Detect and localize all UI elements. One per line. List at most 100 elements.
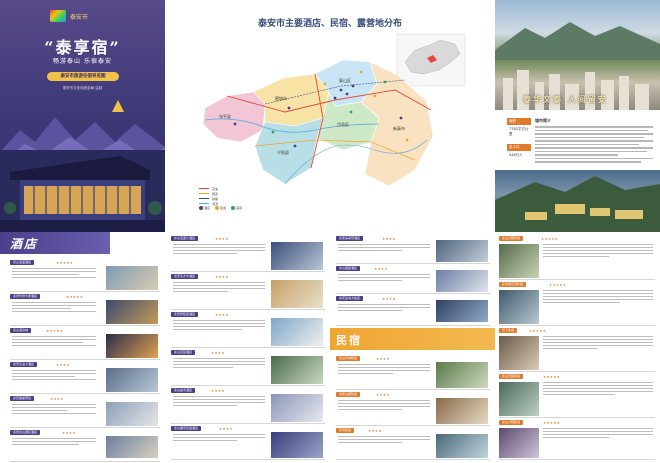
hotel-desc <box>173 396 265 408</box>
hotel-card[interactable]: 泰山宝盛酒店 ★★★★★ <box>10 260 160 292</box>
minsu-card[interactable]: 泰山竹林民宿 ★★★★ <box>336 356 490 390</box>
hotel-photo <box>271 318 323 346</box>
minsu-card[interactable]: 花间民宿 ★★★★ <box>336 428 490 460</box>
minsu-name: 花间民宿 <box>336 428 355 433</box>
minsu-section-label: 民宿 <box>336 334 362 347</box>
label-ningyang: 宁阳县 <box>277 149 289 155</box>
hotel-name: 泰安御座宾馆 <box>10 396 35 401</box>
hotel-photo <box>271 242 323 270</box>
label-daiyue: 岱岳区 <box>337 121 349 127</box>
hotel-card[interactable]: 泰安御座宾馆 ★★★★ <box>10 396 160 428</box>
hotel-name: 泰安蓝海大饭店 <box>336 296 364 301</box>
minsu-stars: ★★★★★ <box>543 420 561 425</box>
hotel-card[interactable]: 泰安泰山国际酒店 ★★★★ <box>10 430 160 462</box>
minsu-card[interactable]: 泰安山居民宿 ★★★★ <box>336 392 490 426</box>
minsu-name: 泰山小院民宿 <box>499 420 524 425</box>
hotel-name: 泰安泰山国际酒店 <box>10 430 41 435</box>
hotel-stars: ★★★★★ <box>66 294 84 299</box>
hotel-card[interactable]: 泰安喜来登酒店 ★★★★ <box>336 236 490 264</box>
hotel-photo <box>271 432 323 458</box>
city-night-photo <box>495 170 660 232</box>
label-dongping: 东平县 <box>219 113 231 119</box>
minsu-card[interactable]: 泰山小院民宿 ★★★★★ <box>499 420 655 460</box>
hotel-stars: ★★★★ <box>211 388 225 393</box>
hotel-stars: ★★★★ <box>382 236 396 241</box>
hotel-section-label: 酒店 <box>10 237 39 251</box>
mountain-silhouette <box>495 22 660 60</box>
minsu-stars: ★★★★★ <box>543 374 561 379</box>
hotel-stars: ★★★★ <box>211 350 225 355</box>
minsu-card[interactable]: 泰山云栖民宿 ★★★★★ <box>499 236 655 280</box>
hotel-card[interactable]: 泰山晨光酒店 ★★★★ <box>171 388 325 424</box>
minsu-column: 泰山云栖民宿 ★★★★★ 泰安桃花源民宿 ★★★★★ 岱下民宿 ★★★★★ 泰山… <box>495 232 660 463</box>
city-intro-title: 城市简介 <box>535 118 551 123</box>
minsu-card[interactable]: 岱下民宿 ★★★★★ <box>499 328 655 372</box>
minsu-photo <box>499 428 539 458</box>
minsu-card[interactable]: 泰山归园民宿 ★★★★★ <box>499 374 655 418</box>
district-dongping <box>202 91 266 143</box>
logo-mark-icon <box>50 10 66 22</box>
hotel-name: 泰安喜来登酒店 <box>336 236 364 241</box>
hotel-desc <box>338 274 430 283</box>
hotel-photo <box>106 402 158 426</box>
hotel-desc <box>12 268 96 280</box>
cover-panel: 泰安市 “泰享宿” 畅游泰山 乐宿泰安 泰安市旅游住宿导览图 泰安市文化和旅游局… <box>0 0 165 232</box>
hotel-photo <box>106 300 158 324</box>
minsu-name: 泰安桃花源民宿 <box>499 282 527 287</box>
hotel-desc <box>173 282 265 294</box>
cover-logo: 泰安市 <box>50 10 120 24</box>
minsu-stars: ★★★★★ <box>541 236 559 241</box>
city-intro-text <box>535 126 653 163</box>
city-intro: 城市简介 <box>535 118 653 165</box>
minsu-stars: ★★★★★ <box>529 328 547 333</box>
map-legend-lines: 高速 国道 铁路 河流 <box>199 186 249 206</box>
hotel-card[interactable]: 泰山福景花园酒店 ★★★★ <box>171 426 325 460</box>
minsu-name: 泰山竹林民宿 <box>336 356 361 361</box>
minsu-name: 泰山云栖民宿 <box>499 236 524 241</box>
hotel-card[interactable]: 泰山温泉城 ★★★★★ <box>10 328 160 360</box>
hotel-desc <box>173 358 265 370</box>
minsu-name: 泰山归园民宿 <box>499 374 524 379</box>
hotel-name: 泰安华侨大厦酒店 <box>10 294 41 299</box>
hotel-card[interactable]: 泰安东方大酒店 ★★★★ <box>171 274 325 310</box>
minsu-photo <box>499 244 539 278</box>
hotel-card[interactable]: 泰安东岳大酒店 ★★★★ <box>10 362 160 394</box>
hotel-desc <box>338 244 430 253</box>
hotel-name: 泰安碧桂园酒店 <box>171 312 199 317</box>
hotel-photo <box>436 240 488 262</box>
stat-area-value: 7762平方公里 <box>509 127 529 136</box>
hotel-card[interactable]: 泰山花园酒店 ★★★★ <box>171 350 325 386</box>
hotel-card[interactable]: 泰山银座酒店 ★★★★ <box>336 266 490 294</box>
label-xintai: 新泰市 <box>393 125 405 131</box>
minsu-desc <box>543 244 653 259</box>
hotel-photo <box>106 436 158 458</box>
stat-population-label: 总人口 <box>507 144 531 151</box>
hotel-card[interactable]: 泰山宝盛大酒店 ★★★★ <box>171 236 325 272</box>
hotel-photo <box>271 394 323 422</box>
night-city-illustration <box>495 176 660 232</box>
hotel-photo <box>271 280 323 308</box>
hotel-desc <box>338 304 430 313</box>
hotel-desc <box>173 320 265 332</box>
minsu-card[interactable]: 泰安桃花源民宿 ★★★★★ <box>499 282 655 326</box>
hotel-desc <box>173 434 265 443</box>
district-feicheng <box>252 73 330 127</box>
hotel-name: 泰山花园酒店 <box>171 350 196 355</box>
minsu-photo <box>436 362 488 388</box>
city-stats: 面积 7762平方公里 总人口 546万人 <box>507 118 531 165</box>
hotel-desc <box>12 336 96 348</box>
hotel-stars: ★★★★★ <box>46 328 64 333</box>
hotel-name: 泰山银座酒店 <box>336 266 361 271</box>
hotel-name: 泰山温泉城 <box>10 328 32 333</box>
hotel-card[interactable]: 泰安华侨大厦酒店 ★★★★★ <box>10 294 160 326</box>
hotel-name: 泰山宝盛大酒店 <box>171 236 199 241</box>
hotel-desc <box>12 438 96 447</box>
hotel-card[interactable]: 泰安碧桂园酒店 ★★★★ <box>171 312 325 348</box>
minsu-photo <box>499 290 539 324</box>
minsu-stars: ★★★★ <box>368 428 382 433</box>
minsu-desc <box>338 400 430 412</box>
hotel-card[interactable]: 泰安蓝海大饭店 ★★★★ <box>336 296 490 326</box>
minsu-section-header: 民宿 <box>330 328 495 350</box>
minsu-photo <box>499 336 539 370</box>
hotel-stars: ★★★★ <box>215 274 229 279</box>
